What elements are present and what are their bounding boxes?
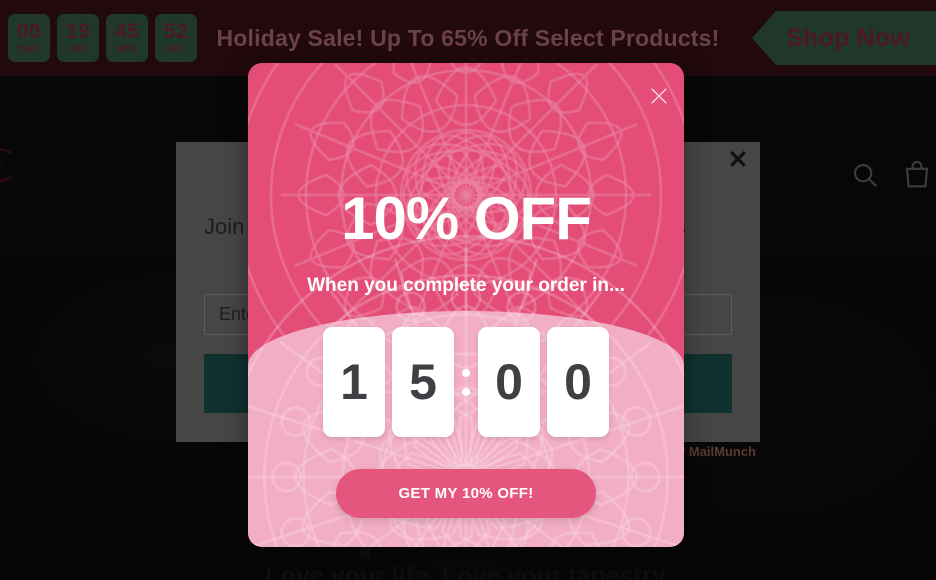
countdown-minute-label: MIN	[116, 44, 138, 55]
newsletter-modal-close-icon[interactable]: ✕	[724, 146, 752, 174]
countdown-hour-value: 19	[65, 20, 91, 43]
discount-popup: 10% OFF When you complete your order in.…	[248, 63, 684, 547]
shop-now-container: Shop Now	[752, 11, 936, 65]
timer-digit-seconds-tens: 0	[478, 327, 540, 437]
countdown-second-label: SEC	[164, 44, 188, 55]
countdown-cell-hour: 19 HR	[57, 14, 99, 62]
countdown-day-value: 00	[16, 20, 42, 43]
discount-headline: 10% OFF	[341, 185, 592, 252]
countdown-cell-day: 00 DAY	[8, 14, 50, 62]
discount-subheadline: When you complete your order in...	[307, 275, 625, 296]
timer-digit-minutes-ones: 5	[392, 327, 454, 437]
countdown-second-value: 52	[163, 20, 189, 43]
discount-popup-close-icon[interactable]	[648, 85, 670, 107]
discount-countdown-timer: 1 5 0 0	[248, 327, 684, 437]
shop-now-arrow-icon	[752, 11, 777, 65]
countdown-cell-second: 52 SEC	[155, 14, 197, 62]
countdown-hour-label: HR	[70, 44, 86, 55]
countdown-day-label: DAY	[18, 44, 40, 55]
countdown-cell-minute: 45 MIN	[106, 14, 148, 62]
promo-countdown: 00 DAY 19 HR 45 MIN 52 SEC	[8, 14, 197, 62]
timer-digit-minutes-tens: 1	[323, 327, 385, 437]
timer-separator-icon	[462, 368, 470, 396]
countdown-minute-value: 45	[114, 20, 140, 43]
shop-now-button[interactable]: Shop Now	[776, 11, 936, 65]
claim-discount-button[interactable]: GET MY 10% OFF!	[336, 469, 596, 518]
timer-digit-seconds-ones: 0	[547, 327, 609, 437]
